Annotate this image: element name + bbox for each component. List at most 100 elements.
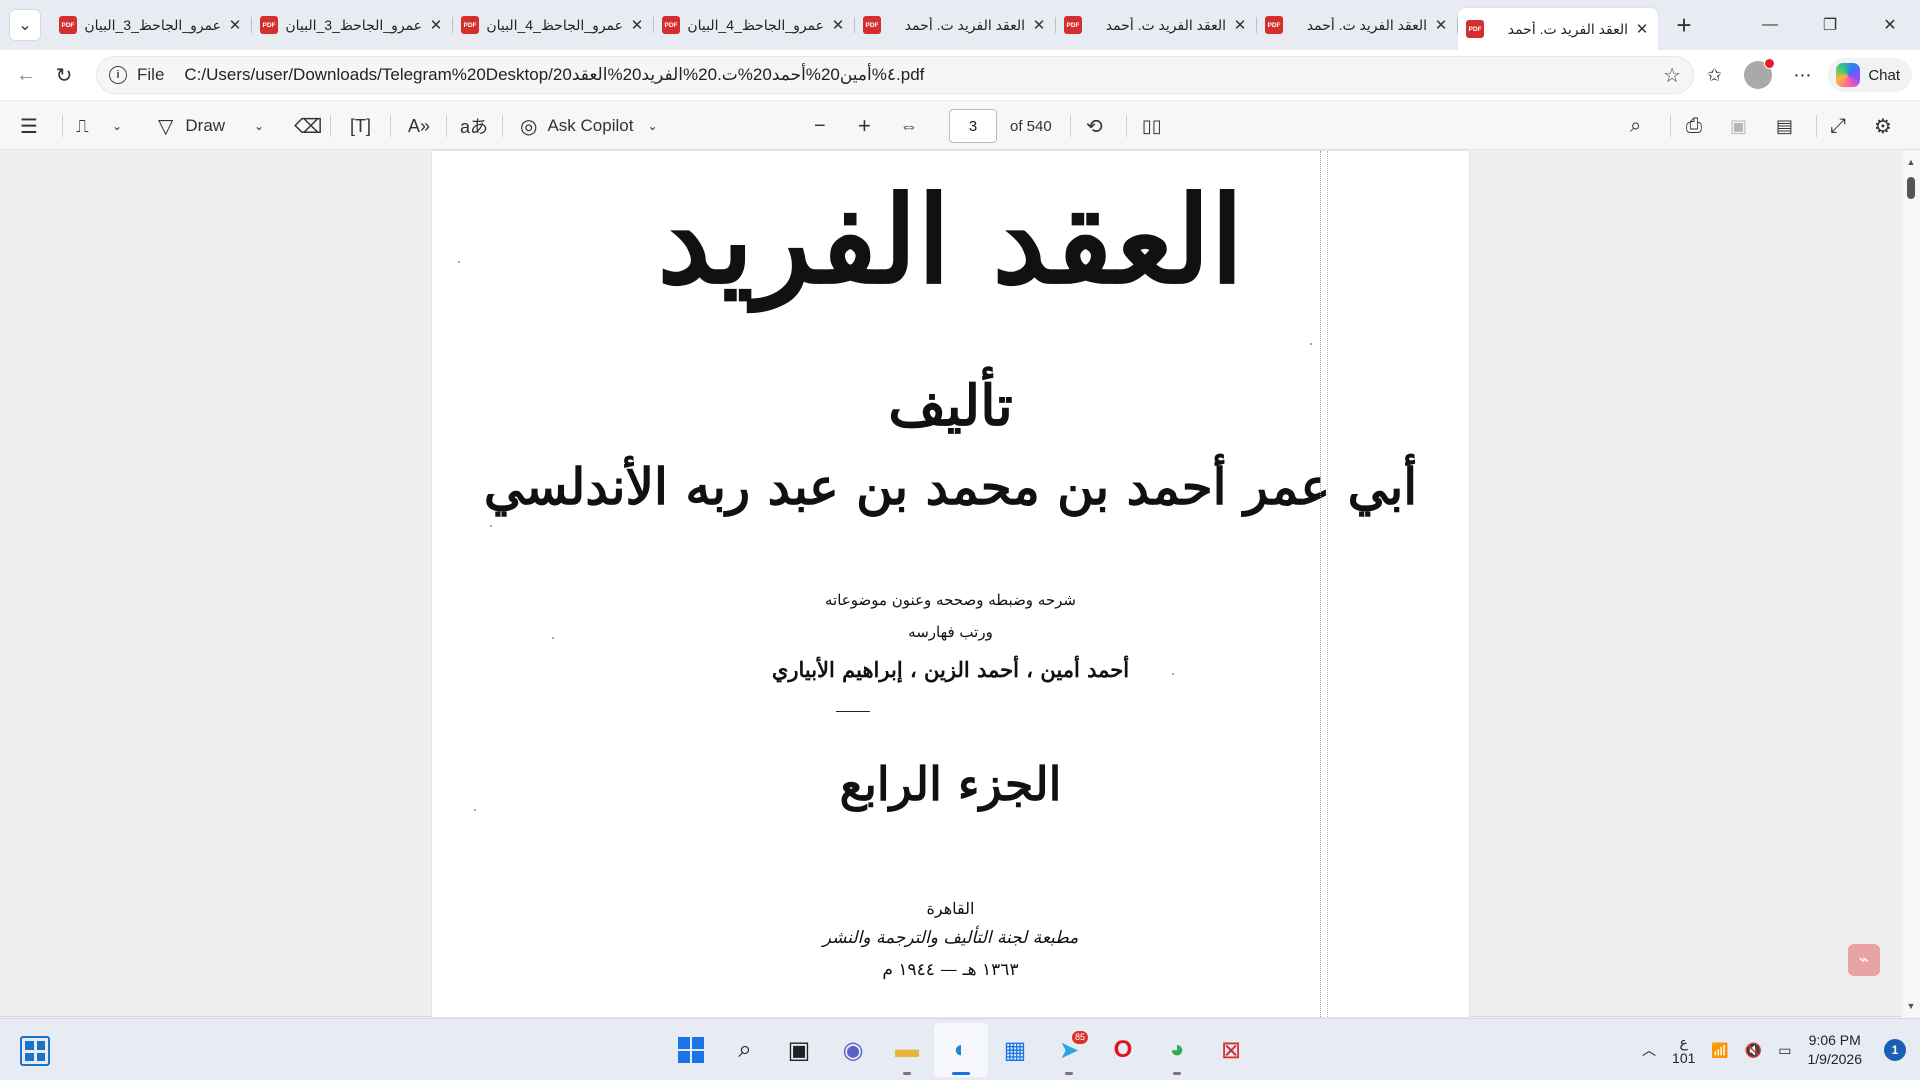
publisher: مطبعة لجنة التأليف والترجمة والنشر xyxy=(822,928,1079,948)
file-explorer-button[interactable]: ▬ xyxy=(880,1023,934,1077)
avatar xyxy=(1744,58,1776,89)
browser-tab[interactable]: PDF العقد الفريد ت. أحمد ✕ xyxy=(855,7,1056,43)
back-button[interactable]: ← xyxy=(8,57,44,93)
taskbar-search-button[interactable]: ⌕ xyxy=(718,1023,772,1077)
fullscreen-button[interactable]: ⤢ xyxy=(1830,101,1846,151)
meet-app-button[interactable]: ◉ xyxy=(826,1023,880,1077)
scan-edge-line xyxy=(1320,151,1321,1017)
save-as-button[interactable]: ▤ xyxy=(1776,101,1793,151)
pdf-settings-button[interactable]: ⚙ xyxy=(1874,101,1892,151)
favorites-icon: ✩ xyxy=(1706,64,1722,85)
opera-button[interactable]: O xyxy=(1096,1023,1150,1077)
zoom-out-button[interactable]: − xyxy=(814,101,826,151)
favorites-button[interactable]: ✩ xyxy=(1692,55,1736,95)
highlight-options-dropdown[interactable]: ⌄ xyxy=(112,101,122,151)
divider xyxy=(446,115,447,137)
clock[interactable]: 9:06 PM 1/9/2026 xyxy=(1808,1031,1863,1069)
print-button[interactable]: ⎙ xyxy=(1686,101,1702,151)
add-text-button[interactable]: [T] xyxy=(350,101,371,151)
chat-label: Chat xyxy=(1868,66,1900,84)
chevron-down-icon: ⌄ xyxy=(254,119,265,133)
browser-tab[interactable]: PDF العقد الفريد ت. أحمد ✕ xyxy=(1056,7,1257,43)
browser-tab[interactable]: PDF العقد الفريد ت. أحمد ✕ xyxy=(1257,7,1458,43)
divider xyxy=(1070,115,1071,137)
edge-browser-button[interactable]: ◐ xyxy=(934,1023,988,1077)
tab-title: العقد الفريد ت. أحمد xyxy=(1306,16,1427,33)
tab-actions-menu-button[interactable]: ⌄ xyxy=(9,9,41,41)
ask-copilot-button[interactable]: ◎ Ask Copilot ⌄ xyxy=(520,101,658,151)
notification-badge[interactable]: 1 xyxy=(1884,1039,1906,1061)
running-indicator xyxy=(903,1072,911,1075)
browser-tab[interactable]: PDF عمرو_الجاحظ_4_البيان ✕ xyxy=(453,7,654,43)
settings-more-button[interactable]: ⋯ xyxy=(1780,55,1824,95)
start-button[interactable] xyxy=(20,1036,50,1066)
close-icon[interactable]: ✕ xyxy=(629,17,645,34)
store-icon: ▦ xyxy=(1003,1036,1027,1064)
table-of-contents-button[interactable]: ☰ xyxy=(20,101,38,151)
start-menu-button[interactable] xyxy=(664,1023,718,1077)
read-aloud-button[interactable]: A» xyxy=(408,101,430,151)
browser-tab-active[interactable]: PDF العقد الفريد ت. أحمد ✕ xyxy=(1458,8,1658,50)
battery-button[interactable]: ▭ xyxy=(1778,1042,1791,1059)
add-favorite-star-icon[interactable]: ☆ xyxy=(1663,63,1681,88)
vertical-scrollbar[interactable]: ▲ ▼ xyxy=(1902,151,1920,1017)
publication-place: القاهرة xyxy=(926,899,975,918)
show-hidden-icons-button[interactable]: ︿ xyxy=(1642,1040,1656,1060)
time-label: 9:06 PM xyxy=(1808,1032,1861,1048)
pdf-viewer[interactable]: العقد الفريد تأليف أبي عمر أحمد بن محمد … xyxy=(0,151,1920,1017)
pdf-reader-button[interactable]: ⊠ xyxy=(1204,1023,1258,1077)
info-icon[interactable]: i xyxy=(109,66,127,84)
restore-button[interactable]: ❐ xyxy=(1800,0,1860,50)
network-button[interactable]: 📶 xyxy=(1711,1042,1728,1059)
close-icon[interactable]: ✕ xyxy=(1433,17,1449,34)
arrow-left-icon: ← xyxy=(16,63,36,86)
new-tab-button[interactable]: + xyxy=(1667,8,1701,42)
close-icon[interactable]: ✕ xyxy=(1232,17,1248,34)
copilot-chat-button[interactable]: Chat xyxy=(1828,58,1912,92)
browser-tab[interactable]: PDF عمرو_الجاحظ_3_البيان ✕ xyxy=(252,7,453,43)
close-icon[interactable]: ✕ xyxy=(1634,21,1650,38)
chrome-button[interactable]: ◕ xyxy=(1150,1023,1204,1077)
url-text[interactable]: C:/Users/user/Downloads/Telegram%20Deskt… xyxy=(184,65,924,85)
volume-button[interactable]: 🔇 xyxy=(1745,1042,1762,1059)
refresh-button[interactable]: ↻ xyxy=(46,57,82,93)
minimize-button[interactable]: — xyxy=(1740,0,1800,50)
close-window-button[interactable]: ✕ xyxy=(1860,0,1920,50)
profile-button[interactable] xyxy=(1736,55,1780,95)
address-bar[interactable]: i File C:/Users/user/Downloads/Telegram%… xyxy=(96,56,1694,94)
divider xyxy=(836,711,870,712)
highlight-button[interactable]: ⎍ xyxy=(76,101,89,151)
fit-to-width-button[interactable]: ⇔ xyxy=(900,101,918,151)
taskbar-apps: ⌕ ▣ ◉ ▬ ◐ ▦ ➤ 85 O ◕ ⊠ xyxy=(664,1019,1258,1080)
close-icon[interactable]: ✕ xyxy=(428,17,444,34)
scrollbar-thumb[interactable] xyxy=(1907,177,1915,199)
draw-pen-icon: ▽ xyxy=(158,115,174,138)
erase-button[interactable]: ⌫ xyxy=(294,101,322,151)
page-view-button[interactable]: ▯▯ xyxy=(1142,101,1162,151)
acrobat-icon[interactable]: ⌁ xyxy=(1848,944,1880,976)
scroll-down-arrow-icon[interactable]: ▼ xyxy=(1902,997,1920,1015)
zoom-in-button[interactable]: + xyxy=(858,101,871,151)
browser-tab[interactable]: PDF عمرو_الجاحظ_4_البيان ✕ xyxy=(654,7,855,43)
close-icon[interactable]: ✕ xyxy=(227,17,243,34)
folder-icon: ▬ xyxy=(895,1036,919,1063)
scroll-up-arrow-icon[interactable]: ▲ xyxy=(1902,153,1920,171)
scan-edge-line xyxy=(1327,151,1328,1017)
input-language-indicator[interactable]: ع 101 xyxy=(1672,1034,1695,1066)
rotate-button[interactable]: ⟲ xyxy=(1086,101,1103,151)
scan-speck xyxy=(490,525,492,527)
task-view-button[interactable]: ▣ xyxy=(772,1023,826,1077)
telegram-button[interactable]: ➤ 85 xyxy=(1042,1023,1096,1077)
page-number-input[interactable]: 3 xyxy=(949,109,997,143)
draw-button[interactable]: ▽ Draw xyxy=(158,101,225,151)
save-button[interactable]: ▣ xyxy=(1730,101,1747,151)
search-button[interactable]: ⌕ xyxy=(1630,101,1641,151)
translate-button[interactable]: aあ xyxy=(460,101,488,151)
microsoft-store-button[interactable]: ▦ xyxy=(988,1023,1042,1077)
browser-tab[interactable]: PDF عمرو_الجاحظ_3_البيان ✕ xyxy=(51,7,252,43)
close-icon[interactable]: ✕ xyxy=(1031,17,1047,34)
close-icon[interactable]: ✕ xyxy=(830,17,846,34)
save-as-icon: ▤ xyxy=(1776,115,1794,136)
draw-options-dropdown[interactable]: ⌄ xyxy=(254,101,264,151)
minimize-icon: — xyxy=(1762,16,1778,33)
